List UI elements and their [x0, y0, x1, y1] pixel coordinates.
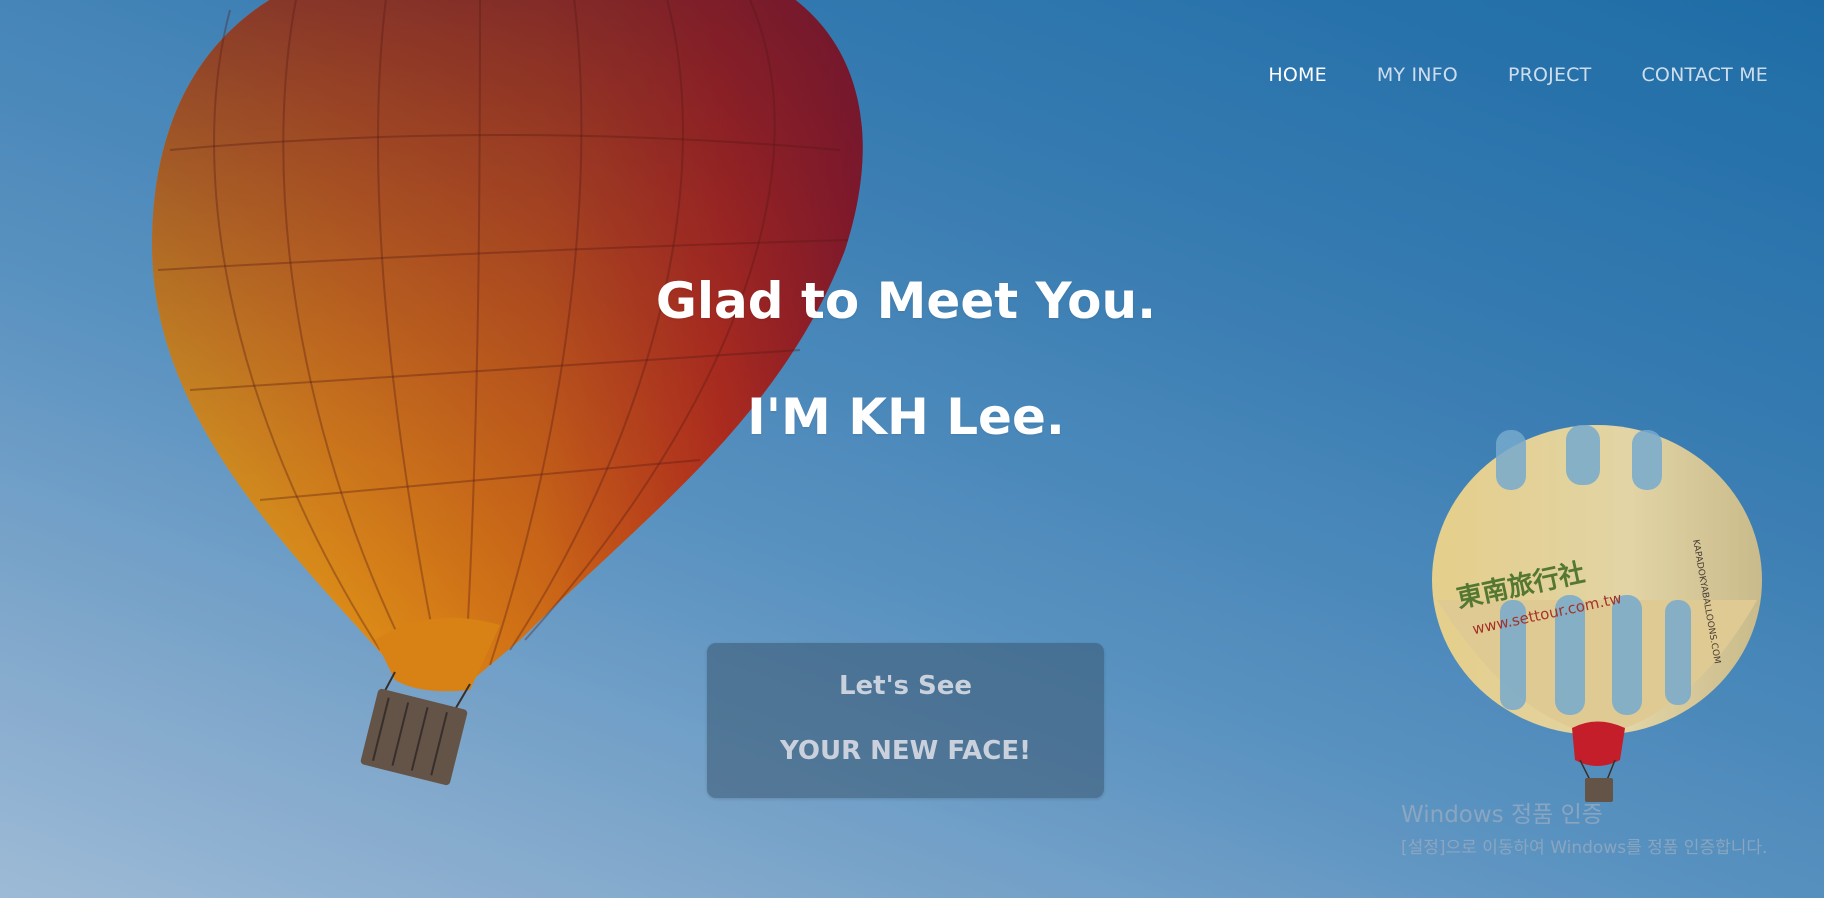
watermark-subtitle: [설정]으로 이동하여 Windows를 정품 인증합니다.: [1401, 838, 1768, 858]
top-nav: HOME MY INFO PROJECT CONTACT ME: [1268, 64, 1768, 86]
lets-see-button-line1: Let's See: [838, 671, 973, 701]
windows-activation-watermark: Windows 정품 인증 [설정]으로 이동하여 Windows를 정품 인증…: [1401, 795, 1767, 858]
nav-project-link[interactable]: PROJECT: [1508, 64, 1592, 86]
nav-my-info-link[interactable]: MY INFO: [1377, 64, 1458, 86]
nav-home-link[interactable]: HOME: [1268, 64, 1326, 86]
lets-see-button-line2: YOUR NEW FACE!: [779, 736, 1032, 766]
hero-section: 東南旅行社 www.settour.com.tw KAPADOKYABALLOO…: [0, 0, 1824, 898]
hero-subheading: I'M KH Lee.: [747, 388, 1065, 446]
lets-see-button[interactable]: Let's See YOUR NEW FACE!: [707, 643, 1104, 798]
nav-contact-me-link[interactable]: CONTACT ME: [1641, 64, 1768, 86]
watermark-title: Windows 정품 인증: [1401, 802, 1603, 828]
hero-heading: Glad to Meet You.: [655, 272, 1157, 330]
